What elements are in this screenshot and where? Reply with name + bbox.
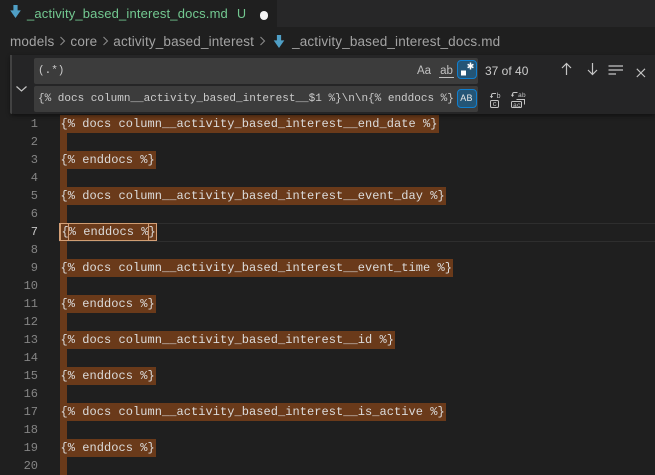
svg-text:ac: ac [513,102,521,108]
svg-text:c: c [493,101,497,108]
svg-text:ab: ab [518,92,526,99]
svg-text:b: b [497,93,501,101]
